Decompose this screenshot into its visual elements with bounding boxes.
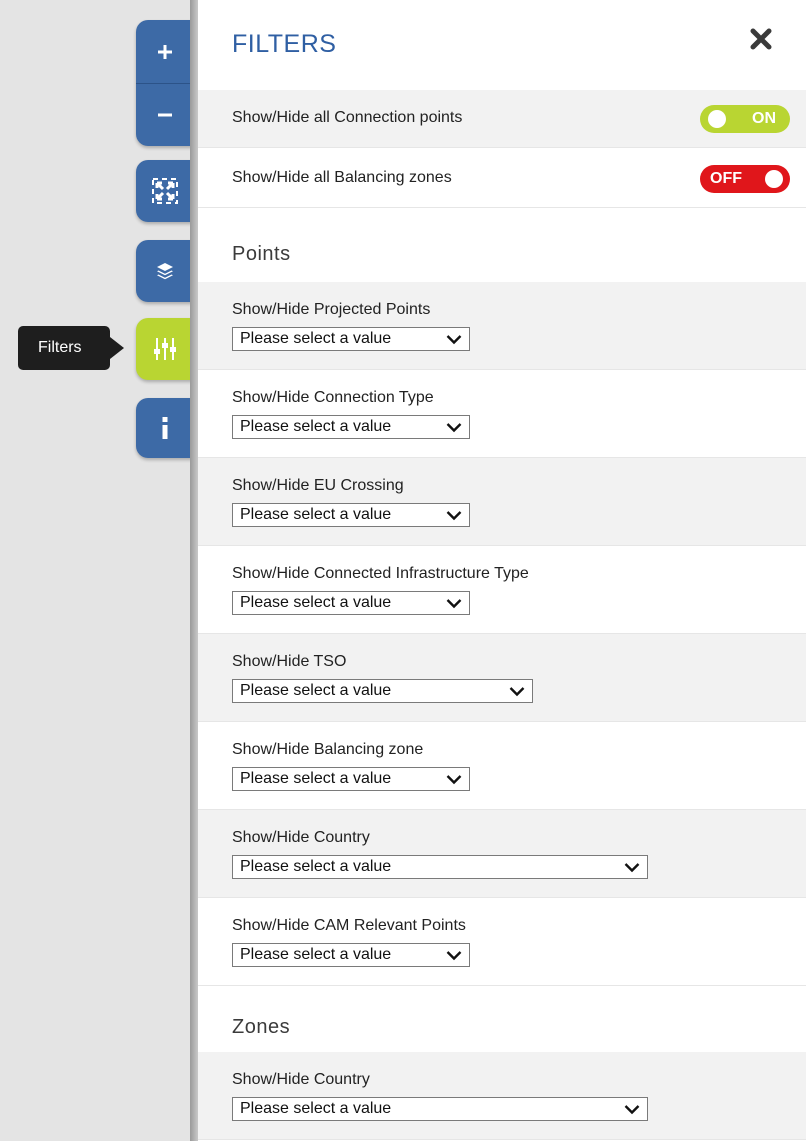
filter-label: Show/Hide TSO xyxy=(232,653,347,670)
connection-type-select[interactable]: Please select a value xyxy=(232,415,470,439)
tooltip-arrow xyxy=(110,337,124,359)
connection-points-toggle[interactable]: ON xyxy=(700,105,790,133)
chevron-down-icon xyxy=(446,775,462,785)
filter-label: Show/Hide Country xyxy=(232,829,370,846)
layers-button[interactable] xyxy=(136,240,194,302)
select-value: Please select a value xyxy=(240,770,392,787)
chevron-down-icon xyxy=(446,599,462,609)
toggle-knob xyxy=(765,170,783,188)
tso-select[interactable]: Please select a value xyxy=(232,679,533,703)
select-value: Please select a value xyxy=(240,858,392,875)
select-value: Please select a value xyxy=(240,946,392,963)
fullscreen-button[interactable] xyxy=(136,160,194,222)
fullscreen-icon xyxy=(152,178,178,204)
filter-row-balancing-zone: Show/Hide Balancing zone Please select a… xyxy=(198,722,806,810)
balancing-zones-toggle[interactable]: OFF xyxy=(700,165,790,193)
toggle-row-balancing-zones: Show/Hide all Balancing zones OFF xyxy=(198,150,806,208)
toggle-label: Show/Hide all Connection points xyxy=(232,109,463,126)
eu-crossing-select[interactable]: Please select a value xyxy=(232,503,470,527)
chevron-down-icon xyxy=(624,863,640,873)
filters-tooltip: Filters xyxy=(18,326,110,370)
chevron-down-icon xyxy=(509,687,525,697)
zoom-out-button[interactable] xyxy=(136,83,194,146)
toggle-state: ON xyxy=(752,110,776,127)
filter-row-connected-infrastructure-type: Show/Hide Connected Infrastructure Type … xyxy=(198,546,806,634)
close-icon xyxy=(750,28,772,50)
select-value: Please select a value xyxy=(240,682,392,699)
minus-icon xyxy=(158,113,172,116)
cam-relevant-points-select[interactable]: Please select a value xyxy=(232,943,470,967)
filter-row-country: Show/Hide Country Please select a value xyxy=(198,810,806,898)
filter-label: Show/Hide Balancing zone xyxy=(232,741,424,758)
filters-icon xyxy=(154,338,176,360)
filter-row-connection-type: Show/Hide Connection Type Please select … xyxy=(198,370,806,458)
chevron-down-icon xyxy=(446,423,462,433)
zoom-in-button[interactable] xyxy=(136,20,194,83)
filter-label: Show/Hide Country xyxy=(232,1071,370,1088)
select-value: Please select a value xyxy=(240,1100,392,1117)
connected-infrastructure-type-select[interactable]: Please select a value xyxy=(232,591,470,615)
chevron-down-icon xyxy=(624,1105,640,1115)
info-button[interactable] xyxy=(136,398,194,458)
projected-points-select[interactable]: Please select a value xyxy=(232,327,470,351)
filter-row-cam-relevant-points: Show/Hide CAM Relevant Points Please sel… xyxy=(198,898,806,986)
toggle-label: Show/Hide all Balancing zones xyxy=(232,169,452,186)
chevron-down-icon xyxy=(446,951,462,961)
zoom-control xyxy=(136,20,194,146)
plus-icon xyxy=(158,44,172,59)
zones-country-select[interactable]: Please select a value xyxy=(232,1097,648,1121)
panel-header: FILTERS xyxy=(198,0,806,90)
filter-label: Show/Hide EU Crossing xyxy=(232,477,404,494)
filter-label: Show/Hide Connection Type xyxy=(232,389,434,406)
points-heading: Points xyxy=(232,243,291,265)
toggle-row-connection-points: Show/Hide all Connection points ON xyxy=(198,90,806,148)
select-value: Please select a value xyxy=(240,594,392,611)
chevron-down-icon xyxy=(446,335,462,345)
filters-panel: FILTERS Show/Hide all Connection points … xyxy=(198,0,806,1141)
filters-button[interactable] xyxy=(136,318,194,380)
filter-row-zones-country: Show/Hide Country Please select a value xyxy=(198,1052,806,1140)
zones-heading: Zones xyxy=(232,1016,291,1038)
layers-icon xyxy=(157,263,173,280)
panel-shadow xyxy=(190,0,198,1141)
filter-label: Show/Hide Projected Points xyxy=(232,301,431,318)
country-select[interactable]: Please select a value xyxy=(232,855,648,879)
filter-label: Show/Hide Connected Infrastructure Type xyxy=(232,565,529,582)
toggle-state: OFF xyxy=(710,170,742,187)
select-value: Please select a value xyxy=(240,330,392,347)
toggle-knob xyxy=(708,110,726,128)
chevron-down-icon xyxy=(446,511,462,521)
panel-title: FILTERS xyxy=(232,30,337,58)
filter-row-eu-crossing: Show/Hide EU Crossing Please select a va… xyxy=(198,458,806,546)
filter-row-projected-points: Show/Hide Projected Points Please select… xyxy=(198,282,806,370)
balancing-zone-select[interactable]: Please select a value xyxy=(232,767,470,791)
select-value: Please select a value xyxy=(240,418,392,435)
filter-row-tso: Show/Hide TSO Please select a value xyxy=(198,634,806,722)
info-icon xyxy=(162,417,168,439)
close-button[interactable] xyxy=(746,24,776,54)
select-value: Please select a value xyxy=(240,506,392,523)
filter-label: Show/Hide CAM Relevant Points xyxy=(232,917,466,934)
